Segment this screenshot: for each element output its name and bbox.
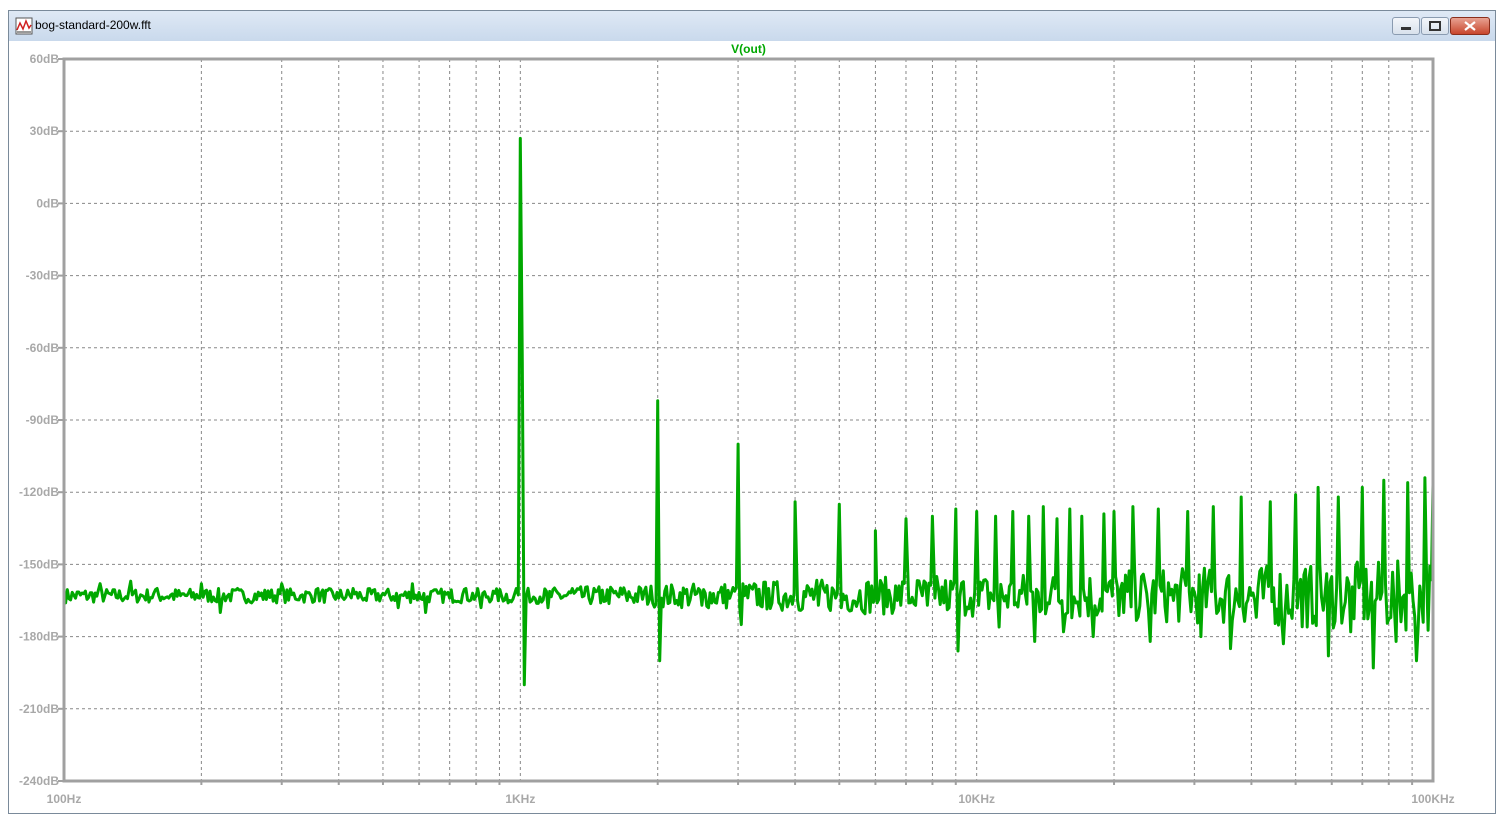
y-axis: 60dB 30dB 0dB -30dB -60dB -90dB -120dB -150dB -1… xyxy=(19,52,64,788)
y-tick-label: 60dB xyxy=(30,52,60,66)
x-tick-label: 10KHz xyxy=(958,792,995,806)
waveform-icon xyxy=(15,17,33,35)
close-button[interactable] xyxy=(1450,17,1490,35)
grid xyxy=(64,59,1433,781)
y-tick-label: -90dB xyxy=(26,413,60,427)
plot-pane[interactable]: 60dB 30dB 0dB -30dB -60dB -90dB -120dB -150dB -1… xyxy=(9,41,1495,813)
x-tick-label: 100KHz xyxy=(1411,792,1454,806)
window-title: bog-standard-200w.fft xyxy=(35,18,151,32)
fft-chart[interactable]: 60dB 30dB 0dB -30dB -60dB -90dB -120dB -150dB -1… xyxy=(9,41,1495,813)
minimize-icon xyxy=(1401,27,1411,30)
y-tick-label: -60dB xyxy=(26,341,60,355)
vout-trace xyxy=(62,136,1435,687)
y-tick-label: -120dB xyxy=(19,485,59,499)
maximize-button[interactable] xyxy=(1421,17,1449,35)
minimize-button[interactable] xyxy=(1392,17,1420,35)
y-tick-label: -30dB xyxy=(26,269,60,283)
y-tick-label: 30dB xyxy=(30,124,60,138)
x-tick-label: 100Hz xyxy=(47,792,82,806)
y-tick-label: -210dB xyxy=(19,702,59,716)
y-tick-label: -240dB xyxy=(19,774,59,788)
close-icon xyxy=(1464,21,1476,31)
maximize-icon xyxy=(1429,21,1441,31)
trace-layer xyxy=(62,136,1435,687)
y-tick-label: -180dB xyxy=(19,630,59,644)
desktop-background-right xyxy=(1496,0,1502,816)
x-axis: 100Hz 1KHz 10KHz 100KHz xyxy=(47,781,1455,806)
trace-label[interactable]: V(out) xyxy=(731,42,766,56)
y-tick-label: -150dB xyxy=(19,557,59,571)
y-tick-label: 0dB xyxy=(36,196,59,210)
waveform-window: bog-standard-200w.fft 60dB 30dB 0dB -30dB -6… xyxy=(8,10,1496,814)
x-tick-label: 1KHz xyxy=(505,792,535,806)
title-bar[interactable]: bog-standard-200w.fft xyxy=(9,11,1495,42)
